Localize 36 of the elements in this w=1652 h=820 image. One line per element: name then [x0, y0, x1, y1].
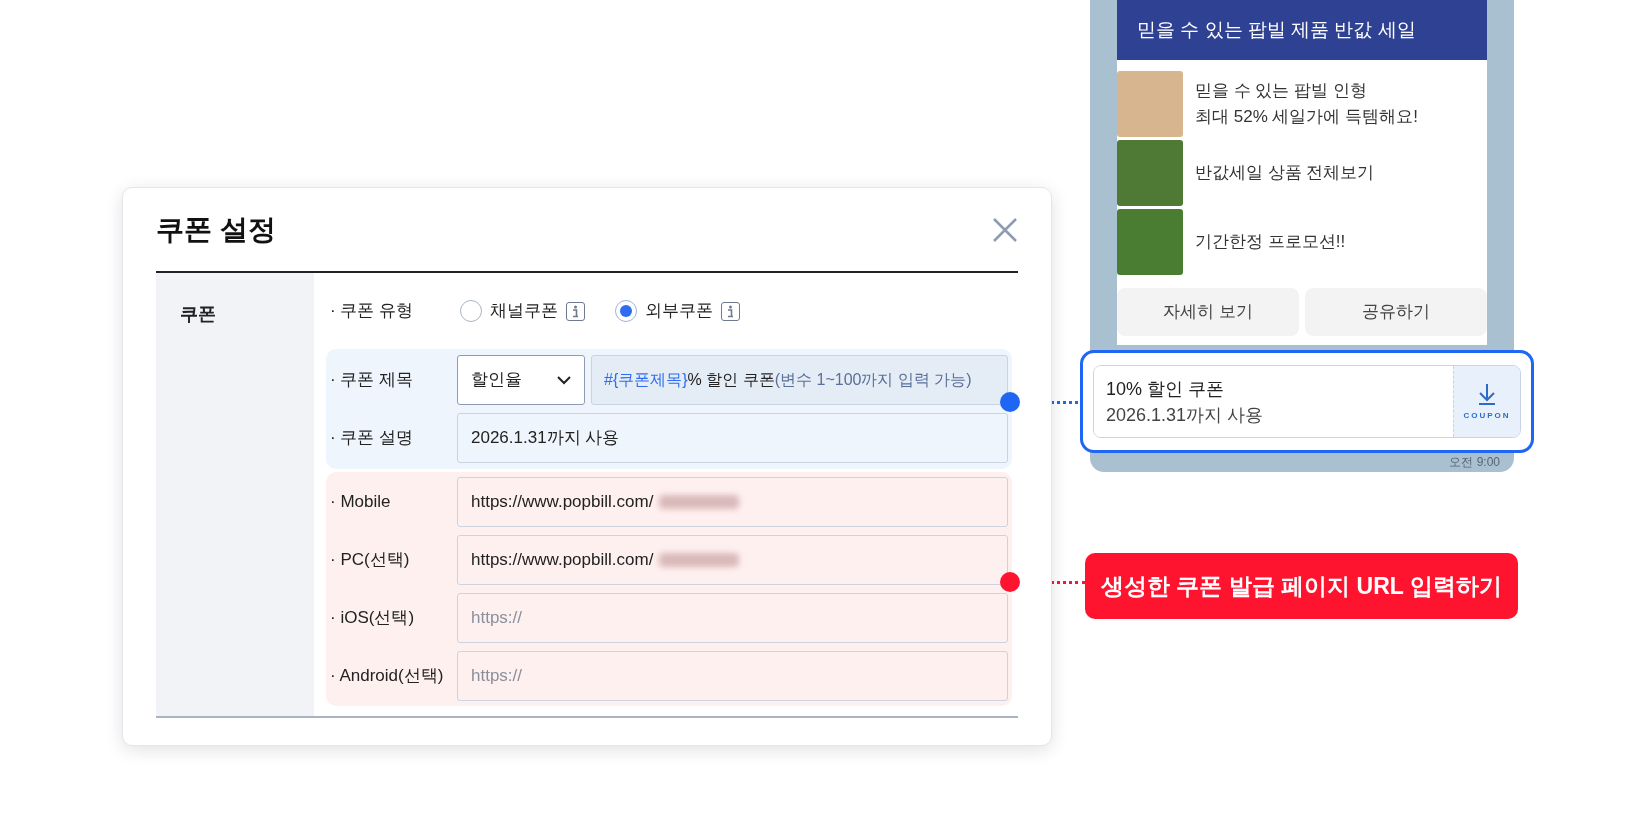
field-label: · iOS(선택)	[330, 607, 416, 630]
dialog-title: 쿠폰 설정	[156, 212, 276, 247]
message-item-text[interactable]: 반값세일 상품 전체보기	[1195, 160, 1375, 186]
time-label: 오전 9:00	[1449, 455, 1500, 469]
info-icon[interactable]	[566, 301, 585, 321]
banner-title: 믿을 수 있는 팝빌 제품 반값 세일	[1117, 0, 1487, 60]
download-icon	[1476, 381, 1498, 406]
caret-icon	[557, 375, 571, 385]
message-button[interactable]: 자세히 보기	[1117, 288, 1299, 336]
input-field[interactable]: https://www.popbill.com/	[457, 477, 1008, 527]
message-button[interactable]: 공유하기	[1305, 288, 1487, 336]
field-label: · Android(선택)	[330, 665, 445, 688]
field-label: · 쿠폰 제목	[330, 369, 415, 392]
coupon-download-button[interactable]: COUPON	[1453, 366, 1520, 437]
message-item-text[interactable]: 기간한정 프로모션!!	[1195, 229, 1346, 255]
dropdown[interactable]: 할인율	[457, 355, 585, 405]
radio-label: 외부쿠폰	[645, 300, 713, 323]
input-field[interactable]: https://www.popbill.com/	[457, 535, 1008, 585]
field-label: · 쿠폰 설명	[330, 427, 415, 450]
photo-placeholder	[1117, 209, 1183, 275]
info-icon[interactable]	[721, 301, 740, 321]
coupon-title: 10% 할인 쿠폰	[1106, 377, 1226, 401]
coupon-subtitle: 2026.1.31까지 사용	[1106, 403, 1265, 427]
photo-placeholder	[1117, 140, 1183, 206]
message-item-text[interactable]: 믿을 수 있는 팝빌 인형 최대 52% 세일가에 득템해요!	[1195, 78, 1418, 130]
radio-label: 채널쿠폰	[490, 300, 558, 323]
callout-label: 생성한 쿠폰 발급 페이지 URL 입력하기	[1085, 553, 1518, 619]
field-label: · 쿠폰 유형	[330, 300, 415, 323]
close-icon[interactable]	[992, 216, 1018, 243]
photo-placeholder	[1117, 71, 1183, 137]
section-label: 쿠폰	[180, 303, 217, 326]
coupon-label: COUPON	[1463, 409, 1511, 422]
input-field[interactable]: 2026.1.31까지 사용	[457, 413, 1008, 463]
field-label: · Mobile	[330, 491, 392, 514]
field-label: · PC(선택)	[330, 549, 411, 572]
input-field[interactable]: #{쿠폰제목}% 할인 쿠폰(변수 1~100까지 입력 가능)	[591, 355, 1008, 405]
